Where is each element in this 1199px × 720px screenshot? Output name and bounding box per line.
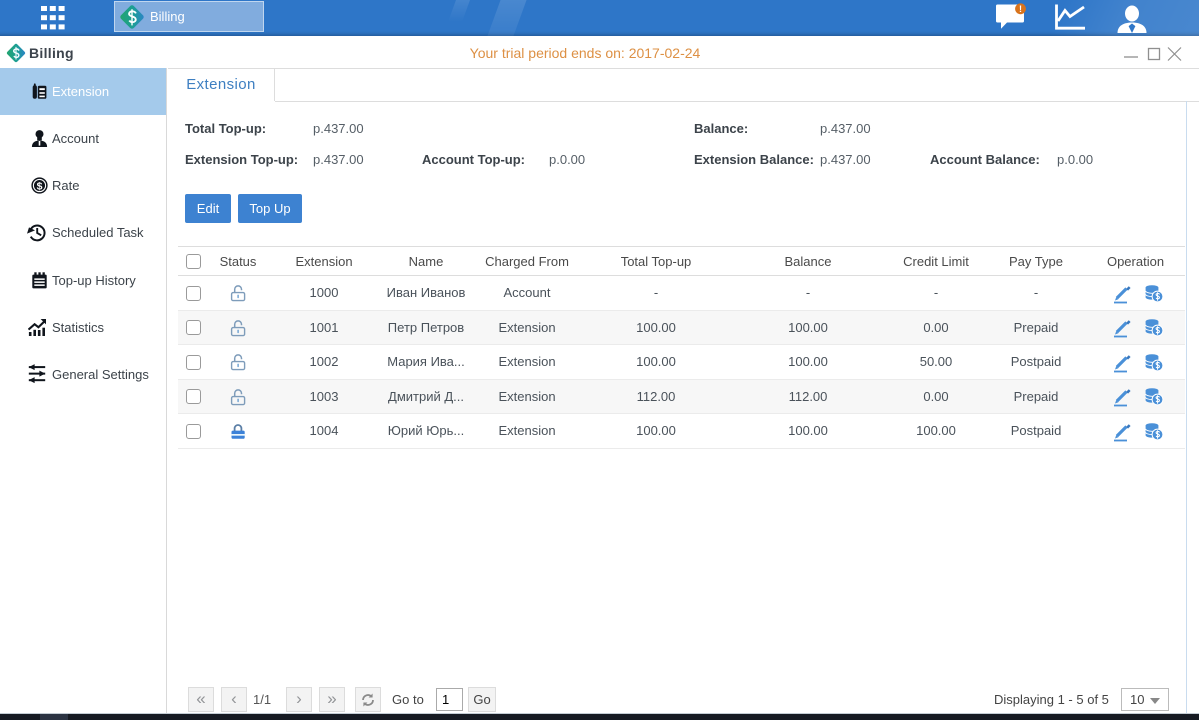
- svg-text:!: !: [1019, 4, 1022, 14]
- svg-text:$: $: [37, 181, 43, 193]
